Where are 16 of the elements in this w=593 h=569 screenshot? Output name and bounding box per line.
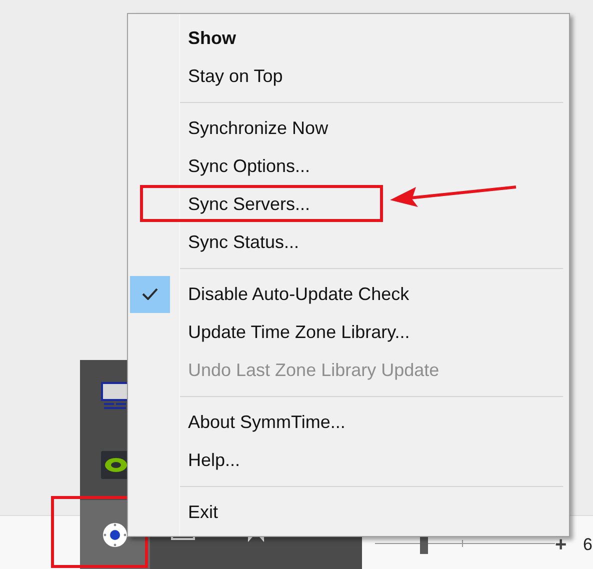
eye-logo-icon[interactable] bbox=[101, 451, 129, 479]
checkmark-icon bbox=[142, 288, 158, 300]
monitor-icon[interactable] bbox=[100, 380, 130, 410]
menu-item[interactable]: Sync Servers... bbox=[128, 185, 569, 223]
zoom-percent: 6 bbox=[583, 534, 592, 556]
menu-item[interactable]: Show bbox=[128, 19, 569, 57]
clock-icon[interactable] bbox=[102, 522, 128, 548]
menu-item[interactable]: Disable Auto-Update Check bbox=[128, 275, 569, 313]
menu-item[interactable]: Sync Status... bbox=[128, 223, 569, 261]
menu-item[interactable]: Synchronize Now bbox=[128, 109, 569, 147]
menu-item[interactable]: Update Time Zone Library... bbox=[128, 313, 569, 351]
menu-item[interactable]: About SymmTime... bbox=[128, 403, 569, 441]
menu-item[interactable]: Help... bbox=[128, 441, 569, 479]
menu-item[interactable]: Stay on Top bbox=[128, 57, 569, 95]
menu-item[interactable]: Exit bbox=[128, 493, 569, 531]
menu-item[interactable]: Sync Options... bbox=[128, 147, 569, 185]
